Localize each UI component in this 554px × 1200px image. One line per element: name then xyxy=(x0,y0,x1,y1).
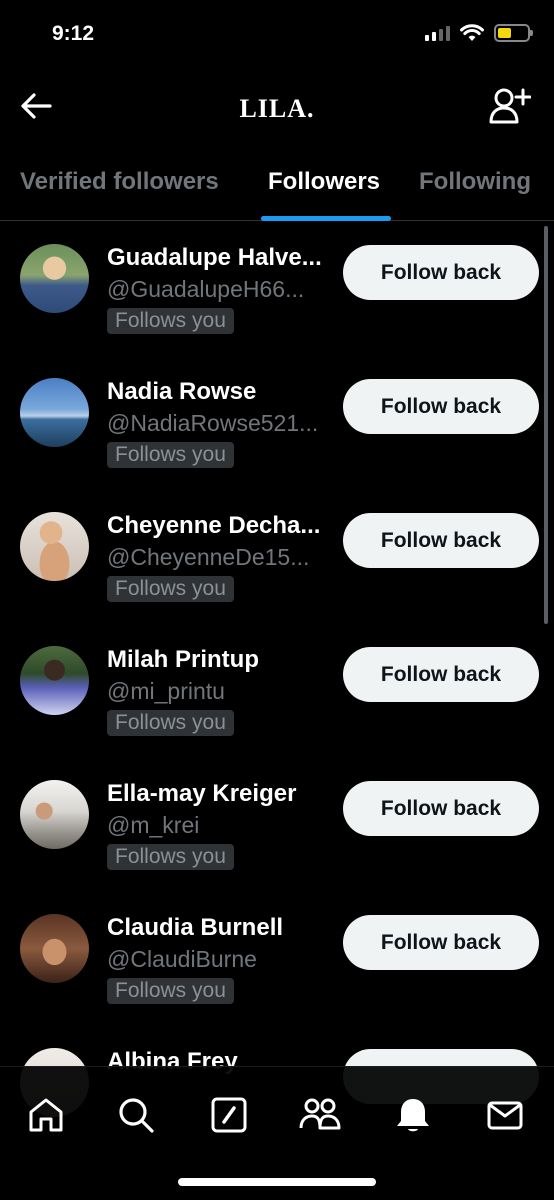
page-title: LILA. xyxy=(239,94,315,123)
search-icon xyxy=(119,1098,154,1133)
status-time: 9:12 xyxy=(52,22,95,45)
follows-you-badge: Follows you xyxy=(107,978,234,1004)
app-screen: 9:12 LILA. Verified followers Followers … xyxy=(0,0,554,1200)
list-item[interactable]: Milah Printup @mi_printu Follows you Fol… xyxy=(0,624,554,758)
nav-messages[interactable] xyxy=(477,1087,533,1143)
user-name[interactable]: Milah Printup xyxy=(107,646,337,674)
avatar[interactable] xyxy=(20,512,89,581)
scrollbar[interactable] xyxy=(544,226,548,624)
tab-bar: Verified followers Followers Following xyxy=(0,144,554,221)
list-item[interactable]: Claudia Burnell @ClaudiBurne Follows you… xyxy=(0,892,554,1026)
nav-compose[interactable] xyxy=(201,1087,257,1143)
tab-following[interactable]: Following xyxy=(419,144,531,220)
user-handle[interactable]: @CheyenneDe15... xyxy=(107,544,337,571)
follow-back-button[interactable]: Follow back xyxy=(343,647,539,702)
avatar[interactable] xyxy=(20,646,89,715)
user-name[interactable]: Nadia Rowse xyxy=(107,378,337,406)
communities-icon xyxy=(299,1098,341,1130)
list-item[interactable]: Cheyenne Decha... @CheyenneDe15... Follo… xyxy=(0,490,554,624)
notifications-icon xyxy=(397,1099,429,1132)
follows-you-badge: Follows you xyxy=(107,576,234,602)
follows-you-badge: Follows you xyxy=(107,442,234,468)
add-user-button[interactable] xyxy=(486,82,534,130)
follows-you-badge: Follows you xyxy=(107,710,234,736)
tab-verified-followers[interactable]: Verified followers xyxy=(20,144,219,220)
avatar[interactable] xyxy=(20,780,89,849)
follow-back-button[interactable]: Follow back xyxy=(343,915,539,970)
user-handle[interactable]: @m_krei xyxy=(107,812,337,839)
avatar[interactable] xyxy=(20,378,89,447)
nav-home[interactable] xyxy=(18,1087,74,1143)
user-handle[interactable]: @ClaudiBurne xyxy=(107,946,337,973)
user-handle[interactable]: @NadiaRowse521... xyxy=(107,410,337,437)
user-name[interactable]: Guadalupe Halve... xyxy=(107,244,337,272)
nav-communities[interactable] xyxy=(292,1087,348,1143)
follows-you-badge: Follows you xyxy=(107,844,234,870)
cellular-signal-icon xyxy=(425,25,450,41)
list-item[interactable]: Nadia Rowse @NadiaRowse521... Follows yo… xyxy=(0,356,554,490)
tab-followers[interactable]: Followers xyxy=(268,144,380,220)
bottom-nav xyxy=(0,1066,554,1200)
add-user-icon xyxy=(489,88,531,124)
follow-back-button[interactable]: Follow back xyxy=(343,513,539,568)
status-icons xyxy=(425,24,533,42)
status-bar: 9:12 xyxy=(0,0,554,70)
active-tab-indicator xyxy=(261,216,391,221)
avatar[interactable] xyxy=(20,244,89,313)
follows-you-badge: Follows you xyxy=(107,308,234,334)
follower-list: Guadalupe Halve... @GuadalupeH66... Foll… xyxy=(0,222,554,1160)
follow-back-button[interactable]: Follow back xyxy=(343,379,539,434)
user-handle[interactable]: @GuadalupeH66... xyxy=(107,276,337,303)
user-name[interactable]: Ella-may Kreiger xyxy=(107,780,337,808)
header: LILA. xyxy=(0,70,554,144)
list-item[interactable]: Guadalupe Halve... @GuadalupeH66... Foll… xyxy=(0,222,554,356)
list-item[interactable]: Ella-may Kreiger @m_krei Follows you Fol… xyxy=(0,758,554,892)
compose-icon xyxy=(211,1097,247,1133)
wifi-icon xyxy=(460,24,484,41)
messages-icon xyxy=(487,1101,523,1130)
user-name[interactable]: Cheyenne Decha... xyxy=(107,512,337,540)
battery-icon xyxy=(494,24,533,42)
home-icon xyxy=(29,1098,63,1132)
nav-search[interactable] xyxy=(108,1087,164,1143)
follow-back-button[interactable]: Follow back xyxy=(343,245,539,300)
home-indicator[interactable] xyxy=(178,1178,376,1186)
nav-notifications[interactable] xyxy=(385,1087,441,1143)
follow-back-button[interactable]: Follow back xyxy=(343,781,539,836)
user-name[interactable]: Claudia Burnell xyxy=(107,914,337,942)
user-handle[interactable]: @mi_printu xyxy=(107,678,337,705)
avatar[interactable] xyxy=(20,914,89,983)
